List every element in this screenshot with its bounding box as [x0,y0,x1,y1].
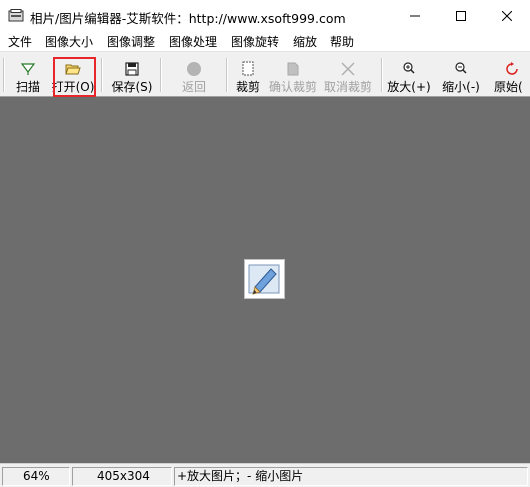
toolbar-separator [226,58,228,92]
maximize-button[interactable] [438,0,484,31]
app-icon [8,9,24,22]
crop-label: 裁剪 [235,80,260,94]
title-bar: 相片/图片编辑器-艾斯软件：http://www.xsoft999.com [0,0,530,31]
menu-file[interactable]: 文件 [8,33,32,50]
cancel-crop-label: 取消裁剪 [323,80,372,94]
toolbar-separator [160,58,162,92]
placeholder-image [244,259,285,299]
menu-image-rotate[interactable]: 图像旋转 [231,33,279,50]
open-button-highlight [53,57,96,97]
close-button[interactable] [484,0,530,31]
confirm-crop-label: 确认裁剪 [268,80,317,94]
close-icon [502,10,512,21]
maximize-icon [456,10,466,21]
zoom-level: 64% [2,467,70,486]
scan-label: 扫描 [15,80,40,94]
menu-bar: 文件 图像大小 图像调整 图像处理 图像旋转 缩放 帮助 [0,31,530,51]
image-dimensions: 405x304 [72,467,172,486]
toolbar-separator [101,58,103,92]
menu-image-process[interactable]: 图像处理 [169,33,217,50]
crop-icon [242,61,254,76]
crop-button[interactable]: 裁剪 [232,54,264,96]
zoom-in-icon [403,62,415,74]
menu-help[interactable]: 帮助 [330,33,354,50]
scan-button[interactable]: 扫描 [10,54,46,96]
original-size-label: 原始( [494,80,523,94]
menu-image-adjust[interactable]: 图像调整 [107,33,155,50]
minimize-button[interactable] [392,0,438,31]
zoom-out-button[interactable]: 缩小(-) [438,54,484,96]
menu-image-size[interactable]: 图像大小 [45,33,93,50]
status-hint: +放大图片；- 缩小图片 [174,467,528,486]
undo-label: 返回 [181,80,206,94]
zoom-in-label: 放大(+) [387,80,431,94]
original-size-button[interactable]: 原始( [492,54,530,96]
cancel-crop-button[interactable]: 取消裁剪 [322,54,374,96]
undo-button[interactable]: 返回 [172,54,216,96]
save-label: 保存(S) [111,80,153,94]
toolbar-grip[interactable] [3,58,5,92]
original-size-icon [506,62,518,75]
minimize-icon [410,15,420,16]
zoom-in-button[interactable]: 放大(+) [386,54,432,96]
save-disk-icon [125,62,139,76]
confirm-crop-button[interactable]: 确认裁剪 [267,54,319,96]
cancel-crop-icon [341,62,355,76]
image-canvas[interactable] [0,97,530,463]
confirm-crop-icon [287,62,299,76]
window-title: 相片/图片编辑器-艾斯软件：http://www.xsoft999.com [30,11,346,26]
save-button[interactable]: 保存(S) [108,54,156,96]
edit-pencil-icon [248,264,280,295]
undo-icon [187,62,201,76]
toolbar-separator [381,58,383,92]
menu-zoom[interactable]: 缩放 [293,33,317,50]
scan-icon [20,63,36,75]
status-bar: 64% 405x304 +放大图片；- 缩小图片 [0,463,530,487]
zoom-out-label: 缩小(-) [442,80,480,94]
zoom-out-icon [455,62,467,74]
